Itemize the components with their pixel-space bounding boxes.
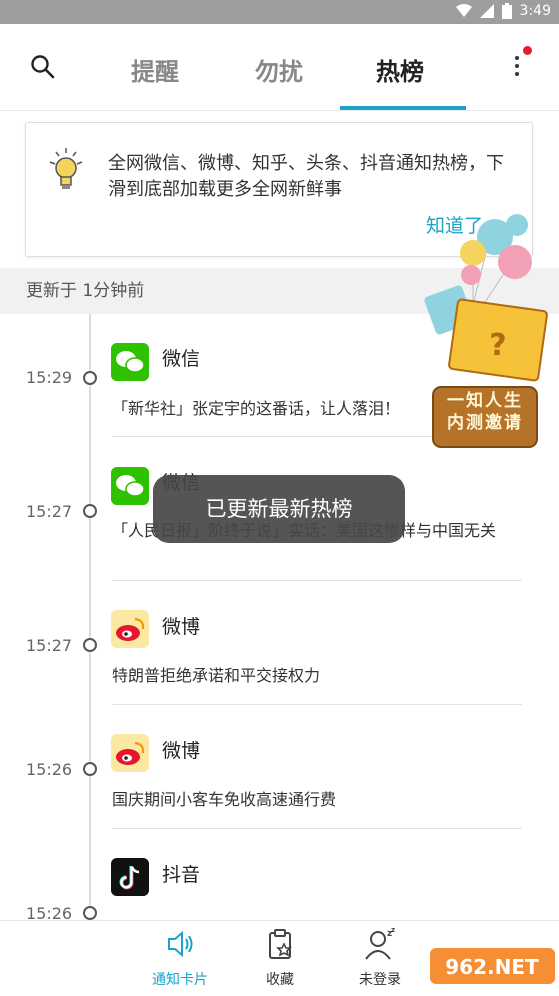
more-dot — [515, 64, 519, 68]
timeline-node — [83, 638, 97, 652]
status-icons: 3:49 — [455, 3, 551, 19]
timeline-node — [83, 762, 97, 776]
active-tab-indicator — [340, 106, 466, 110]
notification-badge — [523, 46, 532, 55]
svg-text:z: z — [391, 927, 395, 934]
battery-icon — [501, 3, 512, 19]
timeline-node — [83, 906, 97, 920]
svg-text:962.NET: 962.NET — [445, 955, 539, 979]
item-time: 15:26 — [26, 760, 73, 779]
clipboard-star-icon — [269, 929, 292, 959]
nav-label: 收藏 — [266, 972, 294, 988]
site-watermark-logo: 962.NET — [430, 948, 555, 984]
wechat-icon — [111, 467, 149, 505]
status-time: 3:49 — [519, 3, 551, 19]
nav-label: 未登录 — [359, 972, 401, 988]
more-menu-button[interactable] — [509, 46, 532, 84]
lightbulb-icon — [49, 148, 83, 189]
item-time: 15:27 — [26, 502, 73, 521]
nav-notification-cards[interactable]: 通知卡片 — [135, 927, 225, 989]
weibo-icon — [111, 734, 149, 772]
search-icon[interactable] — [30, 54, 56, 80]
item-time: 15:29 — [26, 368, 73, 387]
item-headline: 国庆期间小客车免收高速通行费 — [112, 790, 337, 809]
wechat-icon — [111, 343, 149, 381]
item-app-name: 微博 — [162, 740, 201, 762]
douyin-icon — [111, 858, 149, 896]
item-divider — [112, 828, 522, 829]
item-headline: 特朗普拒绝承诺和平交接权力 — [112, 666, 321, 685]
tab-hot-list[interactable]: 热榜 — [376, 52, 424, 87]
signal-icon — [479, 4, 494, 18]
speaker-icon — [168, 930, 193, 958]
item-app-name: 抖音 — [162, 864, 201, 886]
timeline-node — [83, 504, 97, 518]
item-divider — [112, 704, 522, 705]
invite-gift-promo[interactable]: ? — [413, 205, 559, 450]
more-dots-icon — [515, 56, 519, 60]
item-app-name: 微博 — [162, 616, 201, 638]
user-sleep-icon: z z — [365, 926, 395, 960]
top-header: 提醒 勿扰 热榜 — [0, 24, 559, 111]
item-app-name: 微信 — [162, 348, 201, 370]
svg-text:?: ? — [489, 328, 506, 363]
notice-text: 全网微信、微博、知乎、头条、抖音通知热榜，下滑到底部加载更多全网新鲜事 — [108, 153, 504, 200]
timeline-line — [89, 314, 91, 920]
nav-favorites[interactable]: 收藏 — [235, 927, 325, 989]
nav-label: 通知卡片 — [152, 972, 208, 988]
weibo-icon — [111, 610, 149, 648]
status-bar: 3:49 — [0, 0, 559, 24]
more-dot — [515, 72, 519, 76]
timeline-node — [83, 371, 97, 385]
nav-account[interactable]: z z 未登录 — [335, 926, 425, 989]
wifi-icon — [455, 4, 472, 17]
tab-do-not-disturb[interactable]: 勿扰 — [255, 52, 303, 87]
tab-remind[interactable]: 提醒 — [131, 52, 179, 87]
refresh-toast: 已更新最新热榜 — [153, 475, 405, 543]
item-time: 15:27 — [26, 636, 73, 655]
item-divider — [112, 580, 522, 581]
